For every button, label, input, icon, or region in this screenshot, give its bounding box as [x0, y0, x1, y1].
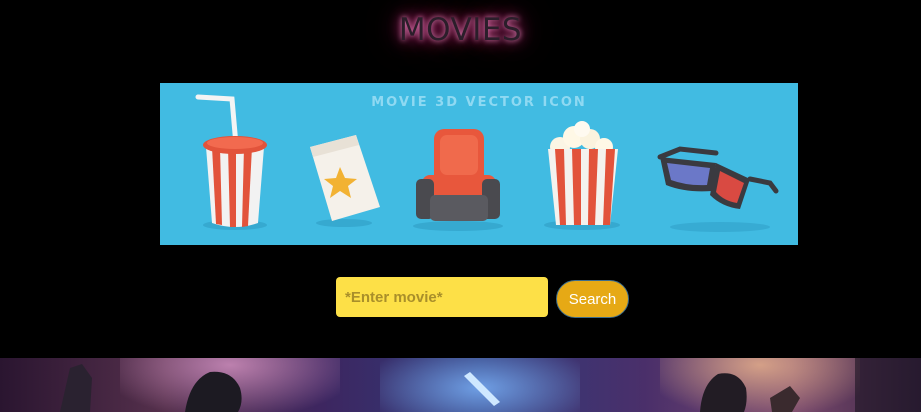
page: MOVIES MOVIE 3D VECTOR ICON *Enter movie… — [0, 0, 921, 412]
poster-artwork — [60, 358, 921, 412]
popcorn-icon — [544, 121, 620, 230]
movie-icons-banner: MOVIE 3D VECTOR ICON — [160, 83, 798, 245]
movie-search-input[interactable] — [336, 277, 548, 317]
cinema-seat-icon — [413, 129, 503, 231]
search-button[interactable]: Search — [556, 280, 629, 318]
ticket-icon — [310, 135, 380, 227]
3d-glasses-icon — [657, 146, 779, 232]
soda-cup-icon — [195, 94, 267, 230]
page-title: MOVIES — [398, 12, 523, 48]
movie-poster-image — [0, 358, 921, 412]
banner-caption: MOVIE 3D VECTOR ICON — [371, 95, 587, 110]
